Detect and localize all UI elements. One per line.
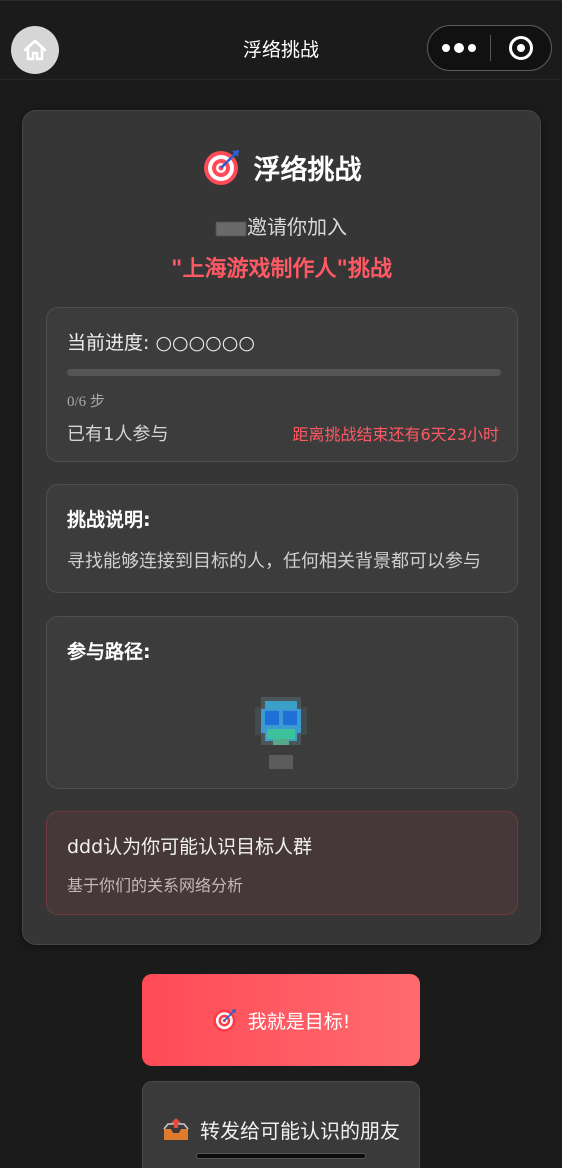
participant-count: 已有1人参与 <box>67 424 169 445</box>
path-panel: 参与路径: <box>46 616 518 789</box>
description-panel: 挑战说明: 寻找能够连接到目标的人，任何相关背景都可以参与 <box>46 484 518 593</box>
description-text: 寻找能够连接到目标的人，任何相关背景都可以参与 <box>67 551 481 572</box>
more-dots-icon <box>442 44 450 52</box>
participant-name-redacted <box>269 755 293 769</box>
recommendation-title: ddd认为你可能认识目标人群 <box>67 836 313 858</box>
share-label: 转发给可能认识的朋友 <box>200 1119 400 1143</box>
countdown-text: 距离挑战结束还有6天23小时 <box>292 425 499 444</box>
recommendation-panel: ddd认为你可能认识目标人群 基于你们的关系网络分析 <box>46 811 518 915</box>
progress-label: 当前进度: ○○○○○○ <box>67 332 255 354</box>
close-target-icon <box>509 36 533 60</box>
mini-program-capsule <box>427 25 552 71</box>
progress-bar <box>67 369 501 376</box>
participant-avatar[interactable] <box>245 685 317 757</box>
challenge-card: 浮络挑战 邀请你加入 "上海游戏制作人"挑战 当前进度: ○○○○○○ 0/6 … <box>22 110 541 945</box>
outbox-tray-icon <box>163 1118 189 1140</box>
i-am-target-button[interactable]: 我就是目标! <box>142 974 420 1066</box>
inviter-name-redacted <box>216 221 246 236</box>
invite-line: 邀请你加入 <box>23 211 540 240</box>
description-heading: 挑战说明: <box>67 509 151 531</box>
card-header: 浮络挑战 <box>23 147 540 187</box>
home-indicator[interactable] <box>196 1153 366 1159</box>
challenge-name: "上海游戏制作人"挑战 <box>171 257 392 282</box>
path-heading: 参与路径: <box>67 641 151 663</box>
target-icon <box>212 1008 236 1032</box>
target-icon <box>203 150 239 185</box>
close-mini-program-button[interactable] <box>491 36 551 60</box>
step-count: 0/6 步 <box>67 394 105 410</box>
progress-panel: 当前进度: ○○○○○○ 0/6 步 已有1人参与 距离挑战结束还有6天23小时 <box>46 307 518 462</box>
top-nav-bar: 浮络挑战 <box>0 0 562 80</box>
more-options-button[interactable] <box>428 43 490 53</box>
i-am-target-label: 我就是目标! <box>247 1010 351 1033</box>
card-title: 浮络挑战 <box>253 154 362 186</box>
recommendation-subtitle: 基于你们的关系网络分析 <box>67 876 244 895</box>
invite-text: 邀请你加入 <box>247 215 347 239</box>
